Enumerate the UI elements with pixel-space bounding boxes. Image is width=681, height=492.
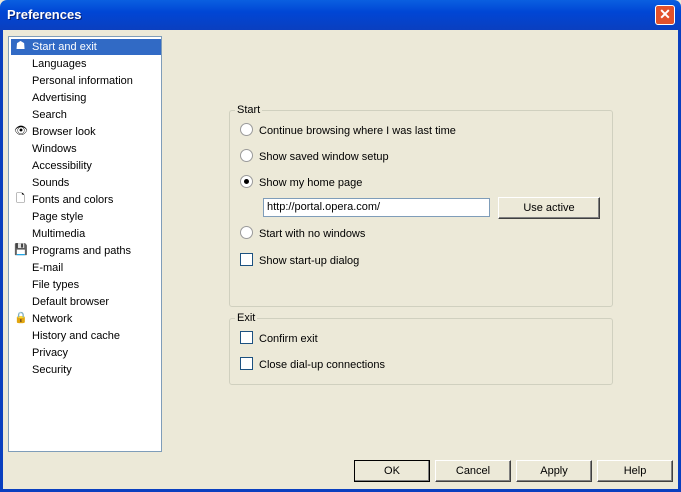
category-list[interactable]: ☗ Start and exit Languages Personal informa… [8, 36, 162, 452]
confirm-exit-checkbox[interactable]: Confirm exit [240, 331, 318, 347]
continue-label: Continue browsing where I was last time [259, 125, 456, 137]
sidebar-item[interactable]: Advertising [11, 90, 161, 106]
radio-icon[interactable] [240, 149, 253, 162]
sidebar-item-label: Search [32, 109, 67, 121]
use-active-button[interactable]: Use active [498, 197, 600, 219]
sidebar-item-label: Accessibility [32, 160, 92, 172]
sidebar-item[interactable]: 👁 Browser look [11, 124, 161, 140]
sidebar-item[interactable]: Privacy [11, 345, 161, 361]
sidebar-item[interactable]: Default browser [11, 294, 161, 310]
sidebar-item-label: Network [32, 313, 73, 325]
floppy-icon: 💾 [14, 244, 28, 256]
page-icon: 🗋 [16, 193, 25, 205]
close-dialup-label: Close dial-up connections [259, 359, 385, 371]
sidebar-item[interactable]: Sounds [11, 175, 161, 191]
sidebar-item[interactable]: Windows [11, 141, 161, 157]
title-bar: Preferences ✕ [0, 0, 681, 30]
sidebar-item-label: History and cache [32, 330, 121, 342]
sidebar-item[interactable]: Page style [11, 209, 161, 225]
sidebar-item-label: Personal information [32, 75, 133, 87]
start-legend: Start [237, 104, 261, 116]
sidebar-item-label: Windows [32, 143, 77, 155]
sidebar-item-label: Start and exit [32, 41, 97, 53]
sidebar-item-label: Programs and paths [32, 245, 132, 257]
sidebar-item[interactable]: File types [11, 277, 161, 293]
sidebar-item[interactable]: Languages [11, 56, 161, 72]
sidebar-item[interactable]: 💾 Programs and paths [11, 243, 161, 259]
exit-group: Exit [229, 312, 613, 385]
sidebar-item[interactable]: ☗ Start and exit [11, 39, 161, 55]
sidebar-item[interactable]: 🔒 Network [11, 311, 161, 327]
sidebar-item-label: Security [32, 364, 72, 376]
sidebar-item[interactable]: Personal information [11, 73, 161, 89]
sidebar-item-label: E-mail [32, 262, 64, 274]
confirm-exit-label: Confirm exit [259, 333, 318, 345]
eye-icon: 👁 [14, 125, 28, 137]
exit-legend: Exit [237, 312, 256, 324]
preferences-dialog: Preferences ✕ ☗ Start and exit Languages Pe… [0, 0, 681, 492]
cancel-button[interactable]: Cancel [435, 460, 511, 482]
saved-setup-label: Show saved window setup [259, 151, 389, 163]
person-icon: ☗ [15, 40, 26, 52]
startup-dialog-checkbox[interactable]: Show start-up dialog [240, 253, 359, 269]
sidebar-item[interactable]: 🗋 Fonts and colors [11, 192, 161, 208]
sidebar-item[interactable]: Search [11, 107, 161, 123]
startup-dialog-label: Show start-up dialog [259, 255, 360, 267]
ok-button[interactable]: OK [354, 460, 430, 482]
sidebar-item-label: Fonts and colors [32, 194, 114, 206]
checkbox-icon[interactable] [240, 331, 253, 344]
sidebar-item[interactable]: Multimedia [11, 226, 161, 242]
sidebar-item-label: Default browser [32, 296, 110, 308]
sidebar-item[interactable]: E-mail [11, 260, 161, 276]
no-windows-radio[interactable]: Start with no windows [240, 226, 365, 242]
saved-setup-radio[interactable]: Show saved window setup [240, 149, 389, 165]
sidebar-item-label: Multimedia [32, 228, 86, 240]
checkbox-icon[interactable] [240, 253, 253, 266]
window-title: Preferences [7, 7, 82, 22]
close-button[interactable]: ✕ [655, 5, 675, 25]
home-page-url-input[interactable]: http://portal.opera.com/ [263, 198, 490, 217]
sidebar-item[interactable]: History and cache [11, 328, 161, 344]
continue-radio[interactable]: Continue browsing where I was last time [240, 123, 456, 139]
no-windows-label: Start with no windows [259, 228, 366, 240]
help-button[interactable]: Help [597, 460, 673, 482]
home-page-radio[interactable]: Show my home page [240, 175, 362, 191]
radio-icon[interactable] [240, 123, 253, 136]
radio-icon[interactable] [240, 175, 253, 188]
sidebar-item-label: Page style [32, 211, 84, 223]
lock-icon: 🔒 [14, 312, 28, 324]
radio-icon[interactable] [240, 226, 253, 239]
sidebar-item-label: Advertising [32, 92, 87, 104]
sidebar-item[interactable]: Accessibility [11, 158, 161, 174]
checkbox-icon[interactable] [240, 357, 253, 370]
sidebar-item-label: Privacy [32, 347, 69, 359]
sidebar-item-label: Sounds [32, 177, 70, 189]
apply-button[interactable]: Apply [516, 460, 592, 482]
sidebar-item-label: Browser look [32, 126, 96, 138]
home-page-label: Show my home page [259, 177, 363, 189]
sidebar-item-label: Languages [32, 58, 87, 70]
close-dialup-checkbox[interactable]: Close dial-up connections [240, 357, 385, 373]
sidebar-item[interactable]: Security [11, 362, 161, 378]
sidebar-item-label: File types [32, 279, 80, 291]
